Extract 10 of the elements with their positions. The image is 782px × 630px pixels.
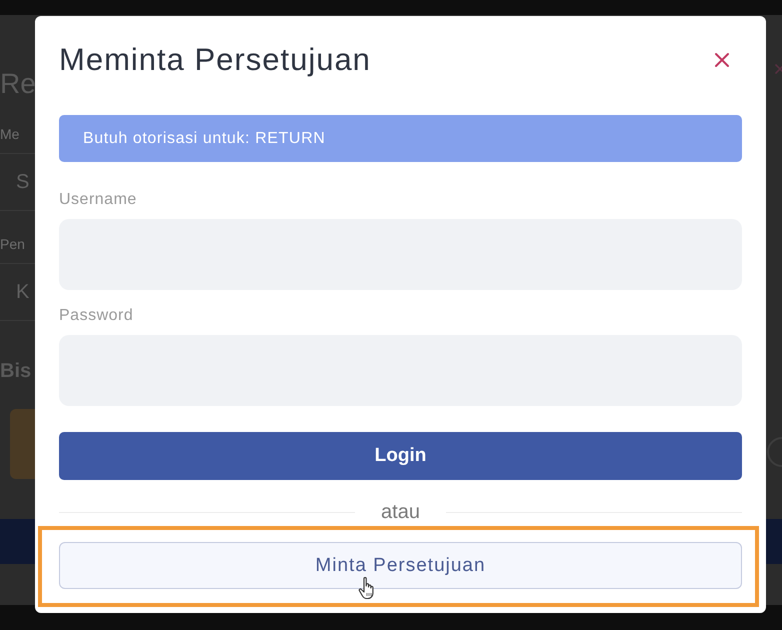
notice-text: Butuh otorisasi untuk: RETURN [83, 130, 326, 148]
field-label: Username [59, 191, 137, 209]
separator-text: atau [380, 500, 421, 524]
card-background [10, 409, 35, 479]
request-approval-button[interactable]: Minta Persetujuan [59, 542, 742, 589]
login-button[interactable]: Login [59, 432, 742, 480]
dialog-title: Meminta Persetujuan [59, 42, 371, 78]
field-label: Password [59, 307, 134, 325]
field-label: Pen [0, 235, 25, 253]
field-label: Me [0, 125, 20, 143]
